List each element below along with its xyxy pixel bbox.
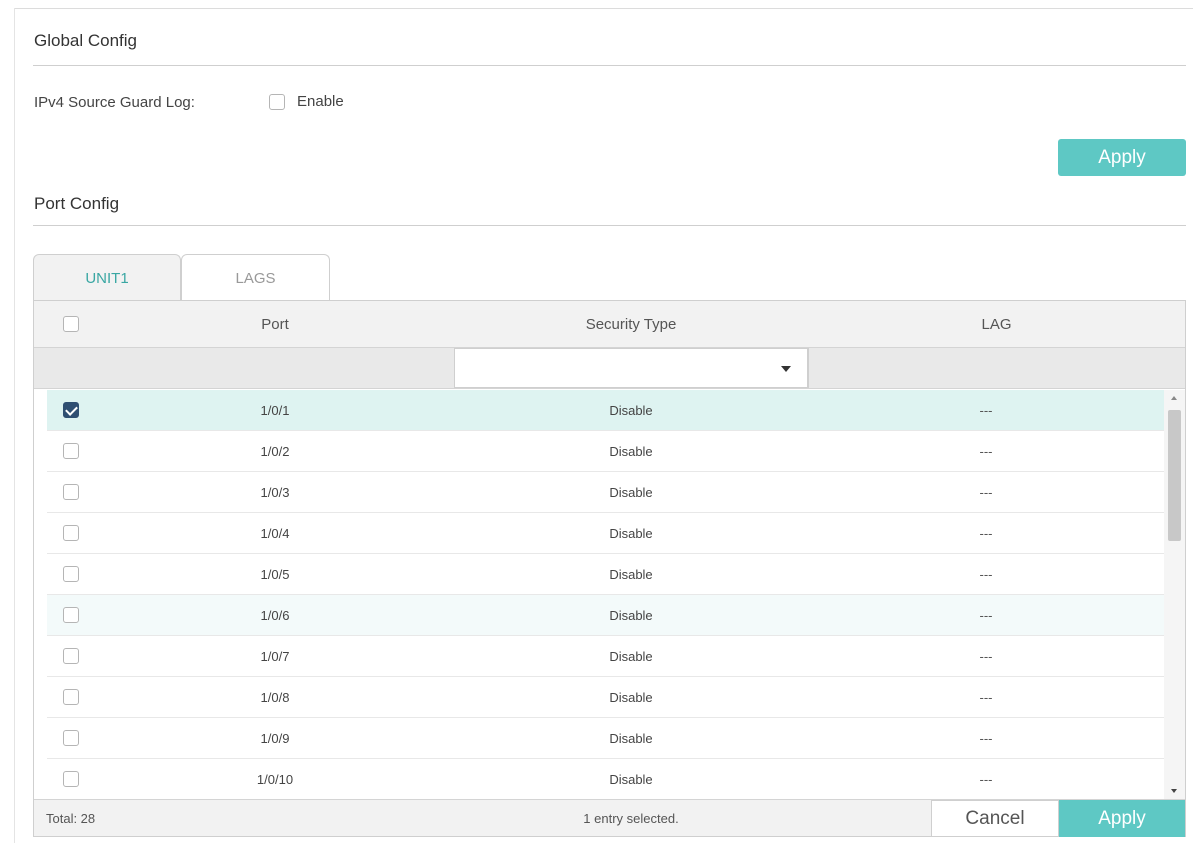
row-port: 1/0/9 <box>260 731 290 746</box>
row-lag: --- <box>979 444 993 459</box>
filter-row <box>34 348 1185 389</box>
row-port: 1/0/4 <box>260 526 290 541</box>
row-checkbox[interactable] <box>63 730 79 746</box>
row-port: 1/0/7 <box>260 649 290 664</box>
row-checkbox[interactable] <box>63 607 79 623</box>
row-security-type: Disable <box>609 526 653 541</box>
left-border <box>14 8 15 843</box>
row-lag: --- <box>979 690 993 705</box>
row-lag: --- <box>979 485 993 500</box>
column-header-lag: LAG <box>981 316 1012 333</box>
row-checkbox[interactable] <box>63 525 79 541</box>
table-row[interactable]: 1/0/6 Disable --- <box>47 595 1164 636</box>
row-checkbox[interactable] <box>63 648 79 664</box>
table-row[interactable]: 1/0/5 Disable --- <box>47 554 1164 595</box>
row-port: 1/0/2 <box>260 444 290 459</box>
port-config-divider <box>33 225 1186 226</box>
table-row[interactable]: 1/0/3 Disable --- <box>47 472 1164 513</box>
row-lag: --- <box>979 649 993 664</box>
port-apply-button[interactable]: Apply <box>1059 800 1185 837</box>
row-lag: --- <box>979 567 993 582</box>
security-type-filter-select[interactable] <box>454 348 808 388</box>
table-footer: Total: 28 1 entry selected. Cancel Apply <box>34 799 1185 837</box>
port-config-title: Port Config <box>34 194 120 213</box>
row-checkbox[interactable] <box>63 443 79 459</box>
row-security-type: Disable <box>609 608 653 623</box>
row-security-type: Disable <box>609 731 653 746</box>
row-port: 1/0/6 <box>260 608 290 623</box>
row-checkbox[interactable] <box>63 484 79 500</box>
row-port: 1/0/5 <box>260 567 290 582</box>
row-security-type: Disable <box>609 567 653 582</box>
row-lag: --- <box>979 608 993 623</box>
port-table: Port Security Type LAG 1/0/1 Disable --- 1/… <box>33 300 1186 837</box>
scrollbar-thumb[interactable] <box>1168 410 1181 541</box>
global-apply-button[interactable]: Apply <box>1058 139 1186 176</box>
table-row[interactable]: 1/0/7 Disable --- <box>47 636 1164 677</box>
row-security-type: Disable <box>609 444 653 459</box>
enable-checkbox-control[interactable]: Enable <box>269 93 344 110</box>
tab-lags[interactable]: LAGS <box>181 254 330 301</box>
row-port: 1/0/10 <box>256 772 294 787</box>
row-checkbox[interactable] <box>63 689 79 705</box>
top-border <box>14 8 1193 9</box>
chevron-down-icon <box>781 366 791 372</box>
table-row[interactable]: 1/0/8 Disable --- <box>47 677 1164 718</box>
filter-separator <box>808 348 809 388</box>
table-row[interactable]: 1/0/1 Disable --- <box>47 390 1164 431</box>
row-lag: --- <box>979 731 993 746</box>
select-all-checkbox[interactable] <box>63 316 79 332</box>
table-row[interactable]: 1/0/4 Disable --- <box>47 513 1164 554</box>
row-lag: --- <box>979 772 993 787</box>
row-security-type: Disable <box>609 690 653 705</box>
row-checkbox[interactable] <box>63 771 79 787</box>
table-row[interactable]: 1/0/9 Disable --- <box>47 718 1164 759</box>
ipv4-source-guard-log-label: IPv4 Source Guard Log: <box>34 94 195 111</box>
table-scrollbar[interactable] <box>1164 390 1185 799</box>
row-security-type: Disable <box>609 772 653 787</box>
row-port: 1/0/1 <box>260 403 290 418</box>
table-body: 1/0/1 Disable --- 1/0/2 Disable --- 1/0/3 Disab… <box>47 390 1164 799</box>
global-config-title: Global Config <box>34 31 138 50</box>
table-header: Port Security Type LAG <box>34 301 1185 348</box>
tab-unit1[interactable]: UNIT1 <box>33 254 181 301</box>
scroll-down-arrow-icon[interactable] <box>1171 789 1177 793</box>
global-config-divider <box>33 65 1186 66</box>
row-checkbox[interactable] <box>63 402 79 418</box>
row-checkbox[interactable] <box>63 566 79 582</box>
row-security-type: Disable <box>609 403 653 418</box>
table-row[interactable]: 1/0/10 Disable --- <box>47 759 1164 799</box>
scroll-up-arrow-icon[interactable] <box>1171 396 1177 400</box>
selection-info: 1 entry selected. <box>583 811 679 826</box>
row-security-type: Disable <box>609 649 653 664</box>
table-row[interactable]: 1/0/2 Disable --- <box>47 431 1164 472</box>
column-header-port: Port <box>261 316 289 333</box>
total-count: Total: 28 <box>46 811 96 826</box>
row-port: 1/0/3 <box>260 485 290 500</box>
row-port: 1/0/8 <box>260 690 290 705</box>
row-lag: --- <box>979 526 993 541</box>
row-security-type: Disable <box>609 485 653 500</box>
cancel-button[interactable]: Cancel <box>931 800 1059 837</box>
row-lag: --- <box>979 403 993 418</box>
enable-label: Enable <box>297 93 344 110</box>
column-header-security-type: Security Type <box>585 316 677 333</box>
enable-checkbox[interactable] <box>269 93 285 110</box>
